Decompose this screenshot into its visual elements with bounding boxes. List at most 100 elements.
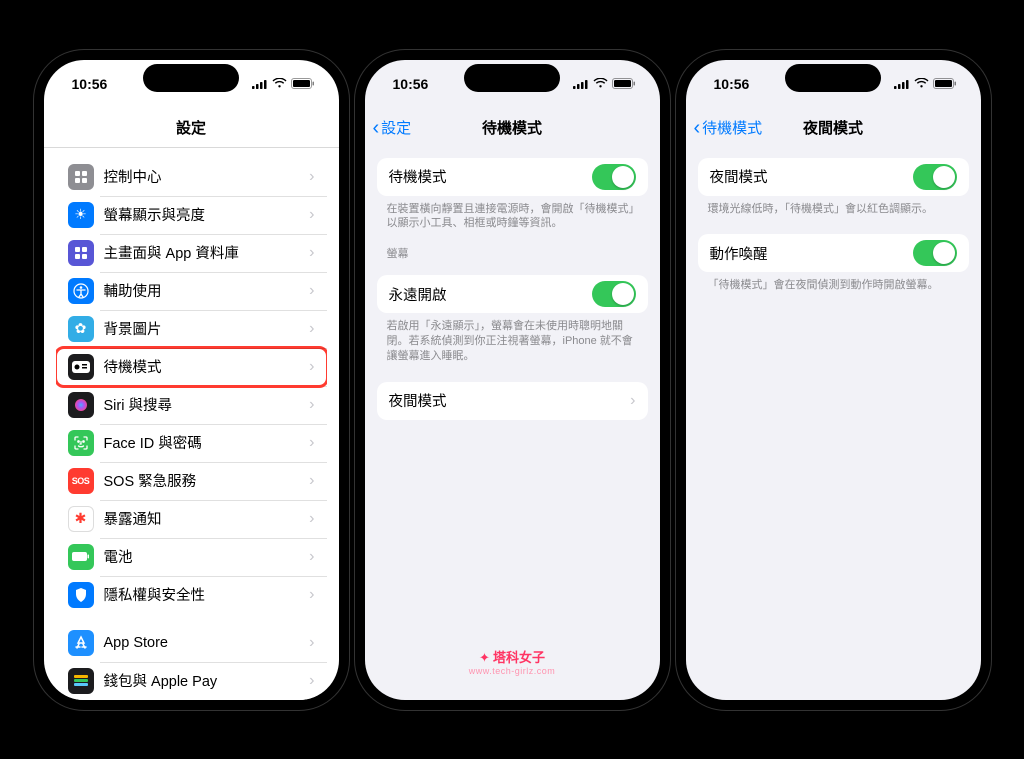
row-label: Face ID 與密碼: [104, 432, 310, 453]
settings-list[interactable]: 控制中心 › ☀ 螢幕顯示與亮度 › 主畫面與 App 資料庫 › 輔助使用 ›: [44, 148, 339, 700]
phone-night-mode: 10:56 ‹ 待機模式 夜間模式 夜間模式 環境光線低時，「待機模式」會以紅色…: [676, 50, 991, 710]
home-screen-icon: [68, 240, 94, 266]
phone-standby: 10:56 ‹ 設定 待機模式 待機模式 在裝置橫向靜置且連接電源時，會開啟「待…: [355, 50, 670, 710]
accessibility-icon: [68, 278, 94, 304]
chevron-right-icon: ›: [309, 396, 314, 414]
watermark-sub: www.tech-girlz.com: [365, 666, 660, 676]
row-label: 動作喚醒: [710, 243, 913, 264]
row-standby[interactable]: 待機模式 ›: [56, 348, 327, 386]
back-label: 設定: [381, 117, 411, 138]
chevron-right-icon: ›: [309, 672, 314, 690]
row-standby-toggle[interactable]: 待機模式: [377, 158, 648, 196]
row-label: 背景圖片: [104, 318, 310, 339]
app-store-icon: [68, 630, 94, 656]
toggle-on[interactable]: [592, 164, 636, 190]
row-night-mode-link[interactable]: 夜間模式 ›: [377, 382, 648, 420]
standby-icon: [68, 354, 94, 380]
battery-icon: [291, 78, 315, 90]
chevron-right-icon: ›: [309, 282, 314, 300]
chevron-right-icon: ›: [309, 434, 314, 452]
wallpaper-icon: ✿: [68, 316, 94, 342]
row-label: 輔助使用: [104, 280, 310, 301]
toggle-on[interactable]: [592, 281, 636, 307]
page-title: 設定: [176, 117, 206, 138]
brightness-icon: ☀: [68, 202, 94, 228]
row-label: App Store: [104, 635, 310, 651]
row-faceid[interactable]: Face ID 與密碼 ›: [56, 424, 327, 462]
wifi-icon: [272, 78, 287, 89]
row-label: 螢幕顯示與亮度: [104, 204, 310, 225]
chevron-right-icon: ›: [309, 634, 314, 652]
row-label: 控制中心: [104, 166, 310, 187]
row-exposure[interactable]: ✱ 暴露通知 ›: [56, 500, 327, 538]
row-night-mode-toggle[interactable]: 夜間模式: [698, 158, 969, 196]
chevron-right-icon: ›: [309, 472, 314, 490]
dynamic-island: [785, 64, 881, 92]
row-label: 永遠開啟: [389, 284, 592, 305]
signal-icon: [252, 79, 268, 89]
battery-icon: [933, 78, 957, 90]
nav-bar: ‹ 待機模式 夜間模式: [686, 108, 981, 148]
chevron-left-icon: ‹: [373, 118, 380, 138]
row-label: 電池: [104, 546, 310, 567]
chevron-right-icon: ›: [309, 320, 314, 338]
wallet-icon: [68, 668, 94, 694]
page-title: 夜間模式: [803, 117, 863, 138]
section-header-screen: 螢幕: [365, 231, 660, 265]
battery-row-icon: [68, 544, 94, 570]
back-button[interactable]: ‹ 待機模式: [694, 108, 763, 148]
row-label: 錢包與 Apple Pay: [104, 670, 310, 691]
nav-bar: ‹ 設定 待機模式: [365, 108, 660, 148]
signal-icon: [573, 79, 589, 89]
watermark: ✦塔科女子 www.tech-girlz.com: [365, 647, 660, 676]
chevron-right-icon: ›: [630, 392, 635, 410]
chevron-right-icon: ›: [309, 510, 314, 528]
row-label: 待機模式: [389, 166, 592, 187]
signal-icon: [894, 79, 910, 89]
nav-bar: 設定: [44, 108, 339, 148]
row-app-store[interactable]: App Store ›: [56, 624, 327, 662]
dynamic-island: [143, 64, 239, 92]
row-siri[interactable]: Siri 與搜尋 ›: [56, 386, 327, 424]
row-label: 夜間模式: [710, 166, 913, 187]
row-label: SOS 緊急服務: [104, 470, 310, 491]
row-label: 主畫面與 App 資料庫: [104, 242, 310, 263]
row-label: Siri 與搜尋: [104, 394, 310, 415]
sos-icon: SOS: [68, 468, 94, 494]
always-on-footer: 若啟用「永遠顯示」，螢幕會在未使用時聰明地關閉。若系統偵測到你正注視著螢幕，iP…: [365, 313, 660, 364]
motion-wake-footer: 「待機模式」會在夜間偵測到動作時開啟螢幕。: [686, 272, 981, 293]
chevron-right-icon: ›: [309, 548, 314, 566]
night-mode-content[interactable]: 夜間模式 環境光線低時，「待機模式」會以紅色調顯示。 動作喚醒 「待機模式」會在…: [686, 148, 981, 700]
row-motion-wake[interactable]: 動作喚醒: [698, 234, 969, 272]
standby-content[interactable]: 待機模式 在裝置橫向靜置且連接電源時，會開啟「待機模式」以顯示小工具、相框或時鐘…: [365, 148, 660, 700]
row-privacy[interactable]: 隱私權與安全性 ›: [56, 576, 327, 614]
row-home-screen[interactable]: 主畫面與 App 資料庫 ›: [56, 234, 327, 272]
row-sos[interactable]: SOS SOS 緊急服務 ›: [56, 462, 327, 500]
faceid-icon: [68, 430, 94, 456]
back-label: 待機模式: [702, 117, 762, 138]
night-mode-footer: 環境光線低時，「待機模式」會以紅色調顯示。: [686, 196, 981, 217]
phone-settings: 10:56 設定 控制中心 › ☀ 螢幕顯示與亮度 ›: [34, 50, 349, 710]
dynamic-island: [464, 64, 560, 92]
row-label: 隱私權與安全性: [104, 584, 310, 605]
toggle-on[interactable]: [913, 240, 957, 266]
row-control-center[interactable]: 控制中心 ›: [56, 158, 327, 196]
row-display[interactable]: ☀ 螢幕顯示與亮度 ›: [56, 196, 327, 234]
toggle-on[interactable]: [913, 164, 957, 190]
row-wallpaper[interactable]: ✿ 背景圖片 ›: [56, 310, 327, 348]
row-battery[interactable]: 電池 ›: [56, 538, 327, 576]
privacy-icon: [68, 582, 94, 608]
row-always-on[interactable]: 永遠開啟: [377, 275, 648, 313]
status-time: 10:56: [72, 76, 108, 92]
row-label: 待機模式: [104, 356, 310, 377]
status-time: 10:56: [714, 76, 750, 92]
back-button[interactable]: ‹ 設定: [373, 108, 412, 148]
wifi-icon: [593, 78, 608, 89]
row-wallet[interactable]: 錢包與 Apple Pay ›: [56, 662, 327, 700]
row-label: 夜間模式: [389, 390, 631, 411]
chevron-right-icon: ›: [309, 586, 314, 604]
exposure-icon: ✱: [68, 506, 94, 532]
row-accessibility[interactable]: 輔助使用 ›: [56, 272, 327, 310]
wifi-icon: [914, 78, 929, 89]
standby-footer: 在裝置橫向靜置且連接電源時，會開啟「待機模式」以顯示小工具、相框或時鐘等資訊。: [365, 196, 660, 232]
